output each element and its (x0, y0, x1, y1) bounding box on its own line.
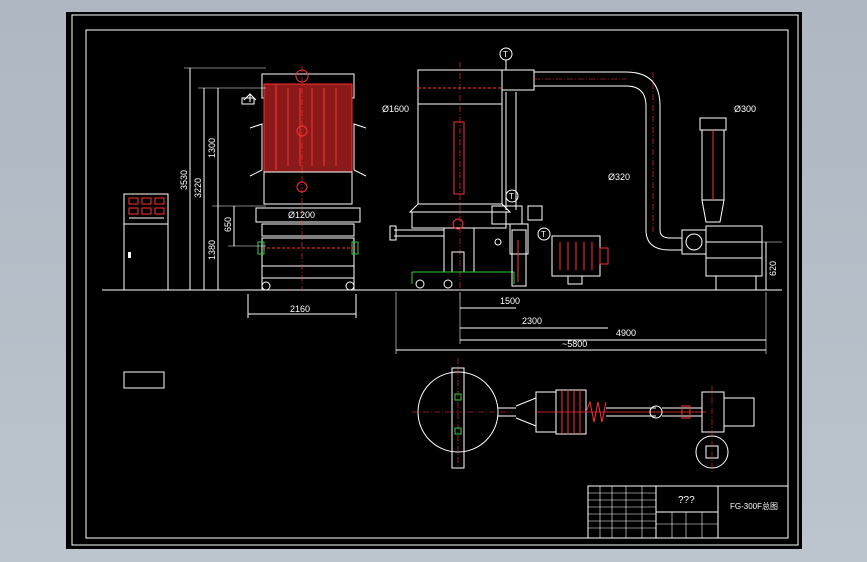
cad-viewport[interactable]: 3530 3220 1300 1380 650 Ø1200 2160 Ø1600… (0, 0, 867, 562)
dim-len-2300: 2300 (522, 316, 542, 326)
dim-len-1500: 1500 (500, 296, 520, 306)
dim-height-fan: 620 (768, 261, 778, 276)
dim-height-leg: 650 (223, 217, 233, 232)
dim-diameter-cyclone: Ø300 (734, 104, 756, 114)
marker-label-2: T (509, 192, 514, 201)
inner-border (85, 29, 789, 539)
dim-diameter-duct: Ø320 (608, 172, 630, 182)
dim-len-4900: 4900 (616, 328, 636, 338)
dim-height-lower: 1380 (207, 240, 217, 260)
dryer-body (241, 66, 367, 291)
marker-label-3: T (541, 230, 546, 239)
drawing-svg: 3530 3220 1300 1380 650 Ø1200 2160 Ø1600… (71, 14, 799, 546)
marker-label-1: T (503, 50, 508, 59)
title-block-drawing-suffix: 总图 (762, 501, 778, 511)
title-block (587, 485, 789, 539)
dim-width-base: 2160 (290, 304, 310, 314)
cyclone-fan (681, 117, 782, 291)
dim-len-5800: ~5800 (562, 339, 587, 349)
dim-diameter-filter: Ø1600 (382, 104, 409, 114)
title-block-drawing-no: FG-300F (730, 502, 762, 511)
plan-view (412, 358, 755, 472)
outer-border (71, 14, 799, 546)
legend-box (123, 371, 165, 389)
duct-pipe (501, 69, 682, 251)
filter-tower (389, 62, 543, 302)
drawing-canvas[interactable]: 3530 3220 1300 1380 650 Ø1200 2160 Ø1600… (66, 12, 802, 549)
dim-height-upper: 1300 (207, 138, 217, 158)
dim-diameter-bed: Ø1200 (288, 210, 315, 220)
title-block-title: ??? (678, 495, 695, 506)
dim-height-body: 3220 (193, 178, 203, 198)
control-cabinet (123, 193, 169, 291)
dim-height-total: 3530 (179, 170, 189, 190)
heater-box (551, 235, 609, 285)
